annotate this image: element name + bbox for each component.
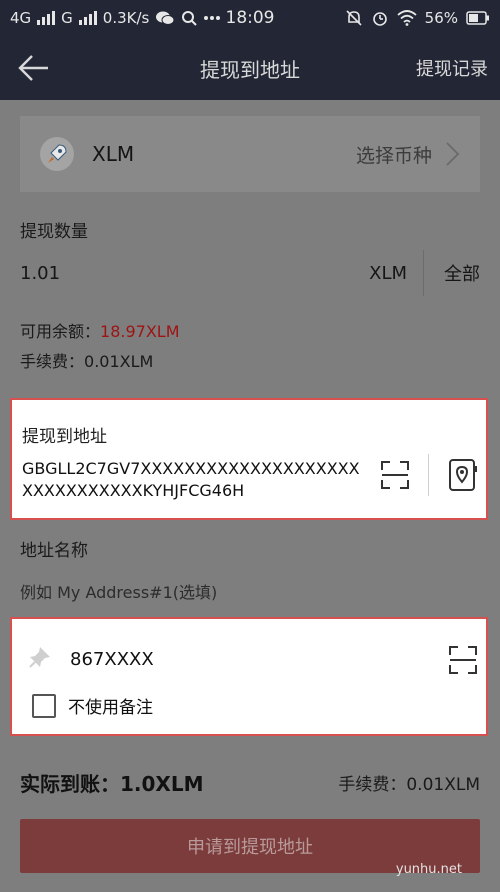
watermark: yunhu.net xyxy=(395,862,462,877)
signal-icon xyxy=(37,11,56,25)
no-memo-label: 不使用备注 xyxy=(68,698,153,718)
available-balance-label: 可用余额： xyxy=(20,322,101,341)
available-balance: 可用余额：18.97XLM xyxy=(20,318,180,342)
more-icon xyxy=(204,16,221,20)
actual-received: 实际到账：1.0XLM xyxy=(20,768,204,797)
battery-icon xyxy=(466,11,489,25)
all-amount-button[interactable]: 全部 xyxy=(424,260,480,286)
address-divider xyxy=(428,454,429,496)
amount-row: 1.01 XLM 全部 xyxy=(20,248,480,298)
signal-icon-2 xyxy=(78,11,97,25)
pin-icon xyxy=(29,647,50,668)
memo-input[interactable]: 867XXXX xyxy=(70,649,154,670)
address-name-label: 地址名称 xyxy=(20,541,88,561)
summary-fee: 手续费：0.01XLM xyxy=(338,770,480,795)
mute-bell-icon xyxy=(346,10,362,26)
no-memo-option[interactable]: 不使用备注 xyxy=(32,693,153,718)
chevron-right-icon xyxy=(446,142,460,166)
status-right: 56% xyxy=(345,9,490,27)
amount-label: 提现数量 xyxy=(20,222,88,242)
search-icon xyxy=(182,11,198,26)
summary-row: 实际到账：1.0XLM 手续费：0.01XLM xyxy=(20,768,480,797)
network-type-1: 4G xyxy=(10,9,32,27)
summary-fee-value: 0.01XLM xyxy=(406,775,480,795)
actual-received-value: 1.0XLM xyxy=(120,772,204,796)
actual-received-label: 实际到账： xyxy=(20,772,120,796)
xlm-rocket-icon xyxy=(40,137,74,171)
fee-info: 手续费：0.01XLM xyxy=(20,348,153,372)
memo-card: 867XXXX 不使用备注 xyxy=(10,617,488,736)
select-coin-button[interactable]: 选择币种 xyxy=(356,141,460,168)
fee-value: 0.01XLM xyxy=(84,352,154,371)
coin-name: XLM xyxy=(92,142,135,166)
address-name-input[interactable] xyxy=(20,578,480,606)
battery-percent: 56% xyxy=(424,9,458,27)
network-speed: 0.3K/s xyxy=(102,9,150,27)
withdraw-records-link[interactable]: 提现记录 xyxy=(416,55,488,81)
address-input[interactable]: GBGLL2C7GV7XXXXXXXXXXXXXXXXXXXXXXXXXXXXX… xyxy=(22,458,367,502)
scan-qr-icon[interactable] xyxy=(380,460,410,490)
status-bar: 4G G 0.3K/s 18:09 56% xyxy=(0,0,500,36)
no-memo-checkbox[interactable] xyxy=(32,693,56,718)
amount-input[interactable]: 1.01 xyxy=(20,263,60,284)
status-left: 4G G 0.3K/s xyxy=(10,9,221,27)
network-type-2: G xyxy=(61,9,73,27)
coin-selector[interactable]: XLM 选择币种 xyxy=(20,116,480,192)
address-book-icon[interactable] xyxy=(448,458,478,492)
select-coin-label: 选择币种 xyxy=(355,144,432,167)
address-label: 提现到地址 xyxy=(22,427,107,447)
scan-qr-icon[interactable] xyxy=(448,645,478,675)
summary-fee-label: 手续费： xyxy=(338,775,407,795)
nav-bar: 提现到地址 提现记录 xyxy=(0,36,500,100)
alarm-icon xyxy=(372,12,387,26)
wechat-icon xyxy=(156,11,175,25)
available-balance-value: 18.97XLM xyxy=(100,322,180,341)
wifi-icon xyxy=(397,10,417,26)
fee-label: 手续费： xyxy=(20,352,85,371)
amount-unit: XLM xyxy=(369,262,407,284)
address-card: 提现到地址 GBGLL2C7GV7XXXXXXXXXXXXXXXXXXXXXXX… xyxy=(10,398,488,520)
